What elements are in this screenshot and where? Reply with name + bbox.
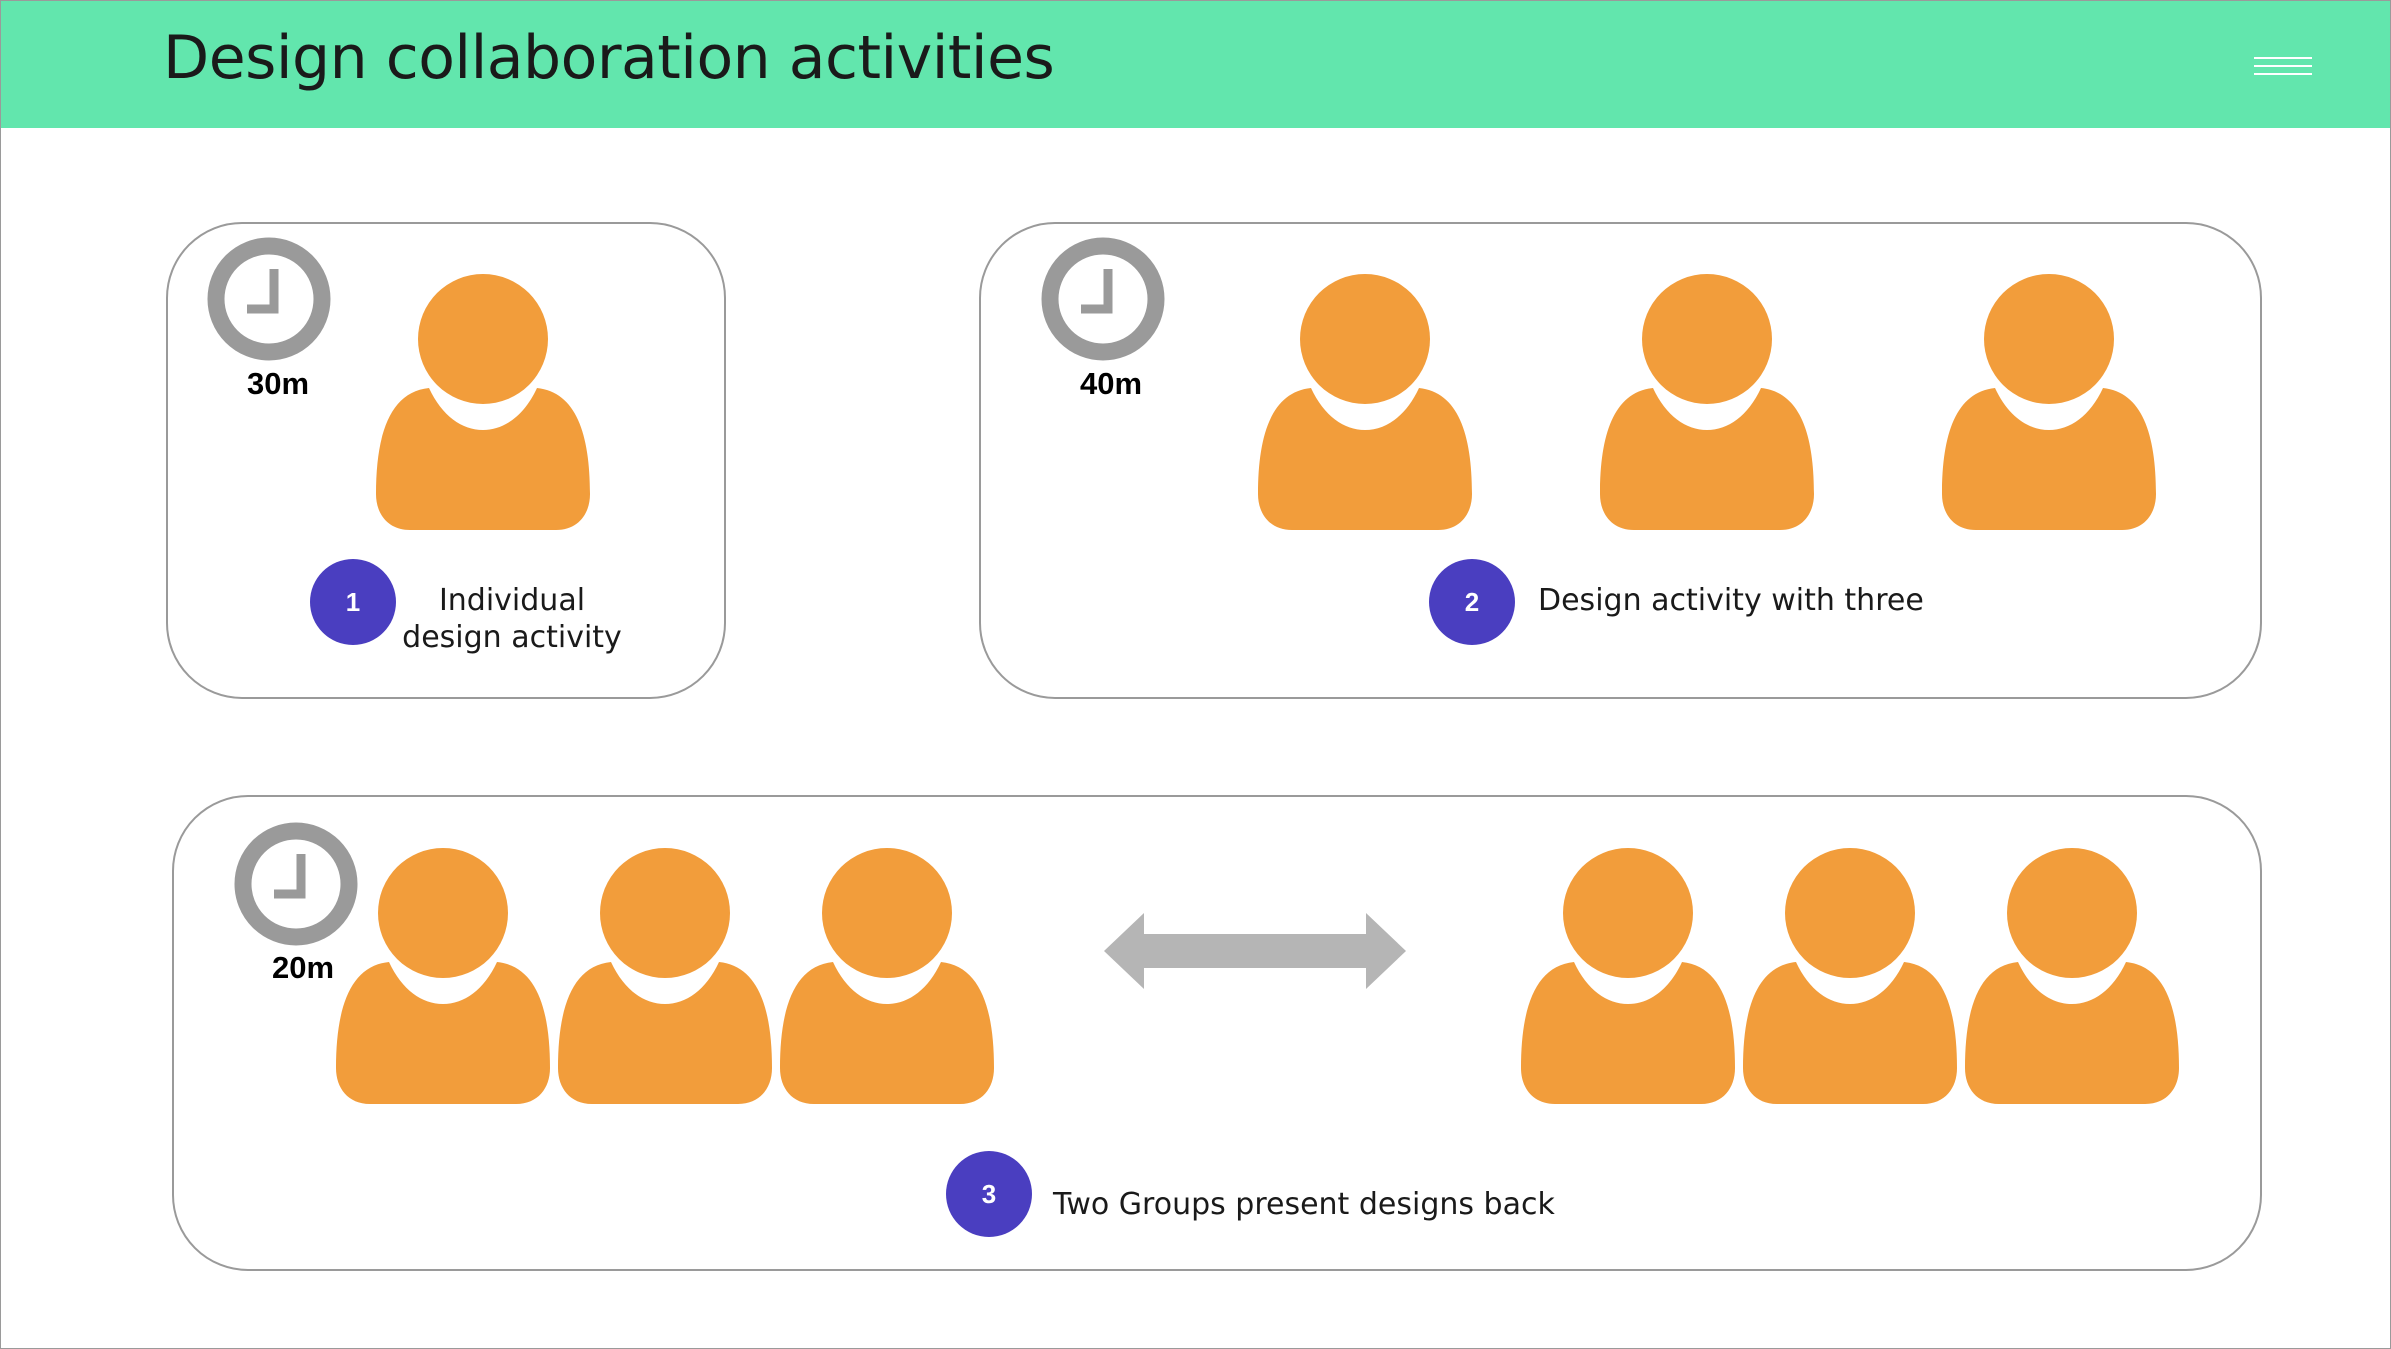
duration-label: 20m [272,950,335,985]
caption-line: design activity [402,620,622,655]
step-badge: 3 [946,1151,1032,1237]
person-icon [336,848,550,1104]
step-badge: 2 [1429,559,1515,645]
menu-line [2254,65,2312,67]
activity-caption: Two Groups present designs back [1053,1187,1555,1222]
clock-icon [1041,237,1165,361]
step-badge: 1 [310,559,396,645]
duration-label: 40m [1080,366,1143,401]
person-icon [1743,848,1957,1104]
activity-caption: Individual design activity [392,582,632,656]
hamburger-menu-icon[interactable] [2254,57,2312,79]
clock-icon [207,237,331,361]
person-icon [1258,274,1472,530]
header-bar: Design collaboration activities [1,1,2390,128]
menu-line [2254,57,2312,59]
double-arrow-icon [1104,913,1406,989]
person-icon [1942,274,2156,530]
person-icon [1965,848,2179,1104]
person-icon [558,848,772,1104]
page-title: Design collaboration activities [163,23,1055,93]
person-icon [1521,848,1735,1104]
menu-line [2254,73,2312,75]
caption-line: Individual [438,583,586,618]
person-icon [780,848,994,1104]
person-icon [376,274,590,530]
activity-caption: Design activity with three [1538,583,1924,618]
duration-label: 30m [247,366,310,401]
person-icon [1600,274,1814,530]
